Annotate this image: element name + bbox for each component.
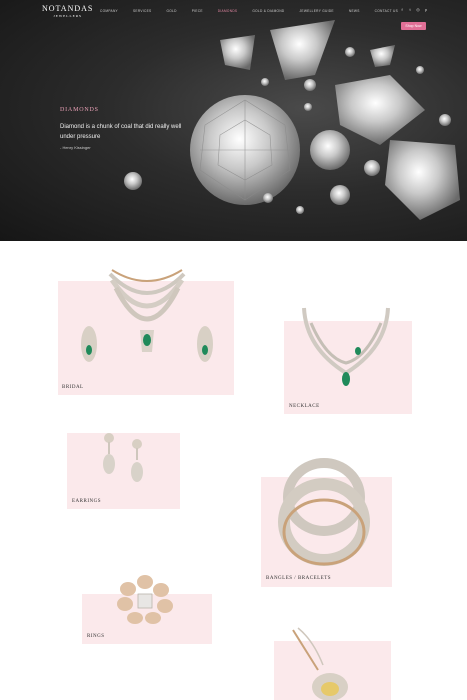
social-links: f t ◎ p xyxy=(400,7,428,12)
nav-item-news[interactable]: NEWS xyxy=(349,9,360,13)
hero-quote: Diamond is a chunk of coal that did real… xyxy=(60,124,182,140)
category-label: BANGLES / BRACELETS xyxy=(266,576,332,581)
logo-line-1: NOTANDAS xyxy=(42,4,94,13)
instagram-icon[interactable]: ◎ xyxy=(416,7,420,12)
nav-item-piece[interactable]: PIECE xyxy=(192,9,203,13)
category-label: NECKLACE xyxy=(289,404,320,409)
main-nav: COMPANY SERVICES GOLD PIECE DIAMONDS GOL… xyxy=(100,9,413,13)
bangles-image xyxy=(278,458,370,566)
logo-line-2: JEWELLERS xyxy=(53,14,82,18)
ring-image xyxy=(117,575,173,624)
category-label: BRIDAL xyxy=(62,385,84,390)
nav-item-services[interactable]: SERVICES xyxy=(133,9,151,13)
hero-title: DIAMONDS xyxy=(60,107,99,113)
category-label: EARRINGS xyxy=(72,499,102,504)
hero-banner: NOTANDAS JEWELLERS COMPANY SERVICES GOLD… xyxy=(0,0,467,241)
nav-item-company[interactable]: COMPANY xyxy=(100,9,118,13)
nav-item-gold[interactable]: GOLD xyxy=(166,9,176,13)
nav-item-contact[interactable]: CONTACT US xyxy=(375,9,398,13)
nav-item-diamonds[interactable]: DIAMONDS xyxy=(218,9,238,13)
necklace-image xyxy=(302,307,390,386)
facebook-icon[interactable]: f xyxy=(400,7,404,12)
hero-quote-author: - Henry Kissinger xyxy=(60,145,91,150)
twitter-icon[interactable]: t xyxy=(408,7,412,12)
pendant-image xyxy=(292,627,348,700)
brand-logo[interactable]: NOTANDAS JEWELLERS xyxy=(42,4,93,18)
bridal-set-image xyxy=(81,269,213,362)
nav-item-gold-diamond[interactable]: GOLD & DIAMOND xyxy=(252,9,284,13)
earrings-image xyxy=(103,433,143,482)
top-navigation-bar: NOTANDAS JEWELLERS COMPANY SERVICES GOLD… xyxy=(0,0,467,22)
nav-item-jewellery-guide[interactable]: JEWELLERY GUIDE xyxy=(300,9,334,13)
diamonds-hero-image xyxy=(124,20,460,220)
pinterest-icon[interactable]: p xyxy=(424,7,428,12)
category-label: RINGS xyxy=(87,634,105,639)
shop-now-button[interactable]: Shop Now xyxy=(401,22,426,30)
